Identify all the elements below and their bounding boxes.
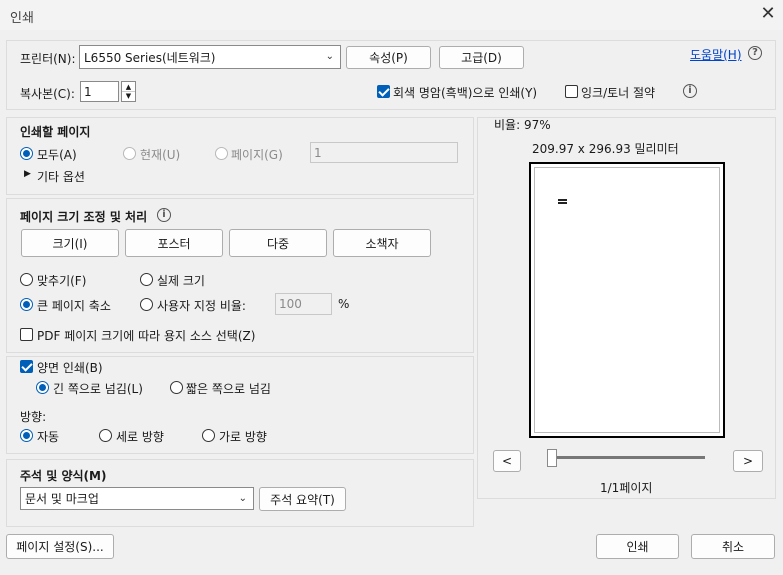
orientation-auto-radio[interactable] [20, 429, 33, 442]
page-setup-button[interactable]: 페이지 설정(S)... [6, 534, 114, 559]
save-ink-label: 잉크/토너 절약 [581, 86, 656, 100]
stepper-up-icon[interactable]: ▲ [122, 82, 135, 92]
booklet-button[interactable]: 소책자 [333, 229, 431, 257]
pages-range-label: 페이지(G) [231, 148, 283, 162]
chevron-down-icon: ⌄ [325, 50, 334, 62]
custom-scale-input[interactable]: 100 [275, 293, 332, 315]
sizing-heading: 페이지 크기 조정 및 처리 [20, 210, 148, 224]
pages-current-label: 현재(U) [140, 148, 181, 162]
comments-heading: 주석 및 양식(M) [20, 469, 107, 483]
pages-all-label: 모두(A) [37, 148, 77, 162]
long-edge-radio[interactable] [36, 381, 49, 394]
actual-size-radio[interactable] [140, 273, 153, 286]
title-bar [0, 0, 783, 30]
size-button[interactable]: 크기(I) [21, 229, 119, 257]
pages-current-radio[interactable] [123, 147, 136, 160]
poster-button[interactable]: 포스터 [125, 229, 223, 257]
orientation-label: 방향: [20, 410, 47, 424]
actual-size-label: 실제 크기 [157, 274, 205, 288]
expand-triangle-icon[interactable]: ▶ [24, 169, 31, 179]
fit-radio[interactable] [20, 273, 33, 286]
page-preview-content [558, 199, 567, 201]
copies-label: 복사본(C): [20, 87, 75, 101]
properties-button[interactable]: 속성(P) [346, 46, 431, 69]
custom-scale-label: 사용자 지정 비율: [157, 299, 246, 313]
pdf-source-checkbox[interactable] [20, 328, 33, 341]
window-title: 인쇄 [10, 11, 34, 26]
fit-label: 맞추기(F) [37, 274, 87, 288]
page-slider-thumb[interactable] [547, 449, 557, 467]
sizing-info-icon[interactable]: i [157, 208, 171, 222]
comments-select-value: 문서 및 마크업 [25, 492, 99, 506]
help-link[interactable]: 도움말(H) [690, 46, 742, 63]
help-icon[interactable]: ? [748, 46, 762, 60]
prev-page-button[interactable]: < [493, 450, 521, 472]
long-edge-label: 긴 쪽으로 넘김(L) [53, 382, 143, 396]
preview-scale: 비율: 97% [494, 118, 551, 132]
more-options-label[interactable]: 기타 옵션 [37, 168, 85, 185]
pages-all-radio[interactable] [20, 147, 33, 160]
print-button[interactable]: 인쇄 [596, 534, 679, 559]
advanced-button[interactable]: 고급(D) [439, 46, 524, 69]
short-edge-radio[interactable] [170, 381, 183, 394]
cancel-button[interactable]: 취소 [691, 534, 775, 559]
chevron-down-icon: ⌄ [238, 492, 247, 504]
summarize-comments-button[interactable]: 주석 요약(T) [259, 487, 346, 511]
save-ink-checkbox[interactable] [565, 85, 578, 98]
landscape-label: 가로 방향 [219, 430, 267, 444]
printer-label: 프린터(N): [20, 52, 76, 66]
copies-stepper[interactable]: ▲ ▼ [121, 81, 136, 102]
shrink-radio[interactable] [20, 298, 33, 311]
pages-range-radio[interactable] [215, 147, 228, 160]
info-icon[interactable]: i [683, 84, 697, 98]
copies-input[interactable]: 1 [80, 81, 119, 102]
preview-dimensions: 209.97 x 296.93 밀리미터 [532, 142, 679, 156]
page-preview [529, 162, 725, 438]
printer-select-value: L6550 Series(네트워크) [84, 50, 216, 65]
pages-heading: 인쇄할 페이지 [20, 125, 91, 139]
pdf-source-label: PDF 페이지 크기에 따라 용지 소스 선택(Z) [37, 329, 256, 343]
duplex-checkbox[interactable] [20, 360, 33, 373]
duplex-label: 양면 인쇄(B) [37, 361, 103, 375]
grayscale-label: 회색 명암(흑백)으로 인쇄(Y) [393, 86, 538, 100]
grayscale-checkbox[interactable] [377, 85, 390, 98]
printer-select[interactable]: L6550 Series(네트워크) ⌄ [79, 45, 341, 69]
page-preview-margin [534, 167, 720, 433]
page-indicator: 1/1페이지 [600, 481, 653, 495]
next-page-button[interactable]: > [733, 450, 763, 472]
portrait-radio[interactable] [99, 429, 112, 442]
multiple-button[interactable]: 다중 [229, 229, 327, 257]
custom-scale-radio[interactable] [140, 298, 153, 311]
stepper-down-icon[interactable]: ▼ [122, 92, 135, 101]
page-slider-track[interactable] [550, 456, 705, 459]
short-edge-label: 짧은 쪽으로 넘김 [186, 382, 271, 396]
portrait-label: 세로 방향 [116, 430, 164, 444]
comments-select[interactable]: 문서 및 마크업 ⌄ [20, 487, 254, 510]
close-icon[interactable]: ✕ [756, 3, 780, 27]
orientation-auto-label: 자동 [37, 430, 60, 444]
landscape-radio[interactable] [202, 429, 215, 442]
pages-range-input[interactable]: 1 [310, 142, 458, 163]
shrink-label: 큰 페이지 축소 [37, 299, 111, 313]
percent-label: % [338, 297, 350, 311]
